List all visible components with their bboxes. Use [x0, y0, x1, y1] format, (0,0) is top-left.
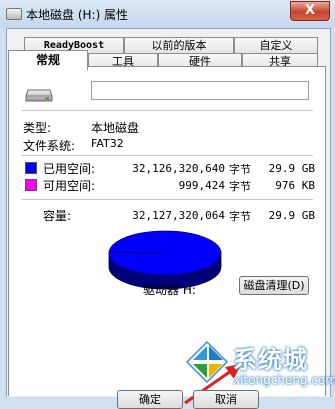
- hard-drive-icon: [25, 89, 53, 102]
- divider: [21, 155, 313, 157]
- used-space-unit: 字节: [229, 163, 251, 176]
- title-bar: 本地磁盘 (H:) 属性 X: [0, 0, 335, 28]
- watermark-url: xitongcheng.com: [233, 373, 335, 387]
- capacity-unit: 字节: [229, 210, 251, 223]
- type-value: 本地磁盘: [91, 121, 140, 135]
- used-space-label: 已用空间:: [43, 162, 96, 176]
- brand-logo-icon: [185, 340, 229, 384]
- capacity-label: 容量:: [43, 209, 72, 223]
- drive-letter-label: 驱动器 H:: [143, 283, 196, 297]
- file-system-label: 文件系统:: [23, 139, 76, 153]
- tab-previous-versions[interactable]: 以前的版本: [124, 37, 234, 54]
- tab-customize[interactable]: 自定义: [234, 37, 318, 54]
- ok-button[interactable]: 确定: [117, 390, 183, 409]
- used-space-bytes: 32,126,320,640: [132, 162, 225, 175]
- free-space-bytes: 999,424: [178, 179, 225, 192]
- close-button[interactable]: X: [290, 1, 330, 21]
- used-space-swatch: [25, 162, 37, 174]
- watermark-brand: 系统城: [233, 346, 308, 374]
- drive-name-input[interactable]: [91, 81, 309, 100]
- window-title: 本地磁盘 (H:) 属性: [26, 8, 129, 22]
- file-system-value: FAT32: [91, 137, 124, 150]
- tab-general[interactable]: 常规: [8, 50, 88, 70]
- used-space-size: 29.9 GB: [268, 162, 315, 175]
- free-space-swatch: [25, 179, 37, 191]
- watermark: 系统城 xitongcheng.com: [185, 338, 335, 396]
- capacity-bytes: 32,127,320,064: [132, 209, 225, 222]
- free-space-label: 可用空间:: [43, 179, 96, 193]
- divider: [21, 199, 313, 201]
- free-space-unit: 字节: [229, 180, 251, 193]
- capacity-size: 29.9 GB: [268, 209, 315, 222]
- type-label: 类型:: [23, 121, 52, 135]
- drive-icon: [6, 8, 22, 20]
- free-space-size: 976 KB: [275, 179, 315, 192]
- divider: [21, 110, 313, 112]
- disk-cleanup-button[interactable]: 磁盘清理(D): [239, 276, 309, 295]
